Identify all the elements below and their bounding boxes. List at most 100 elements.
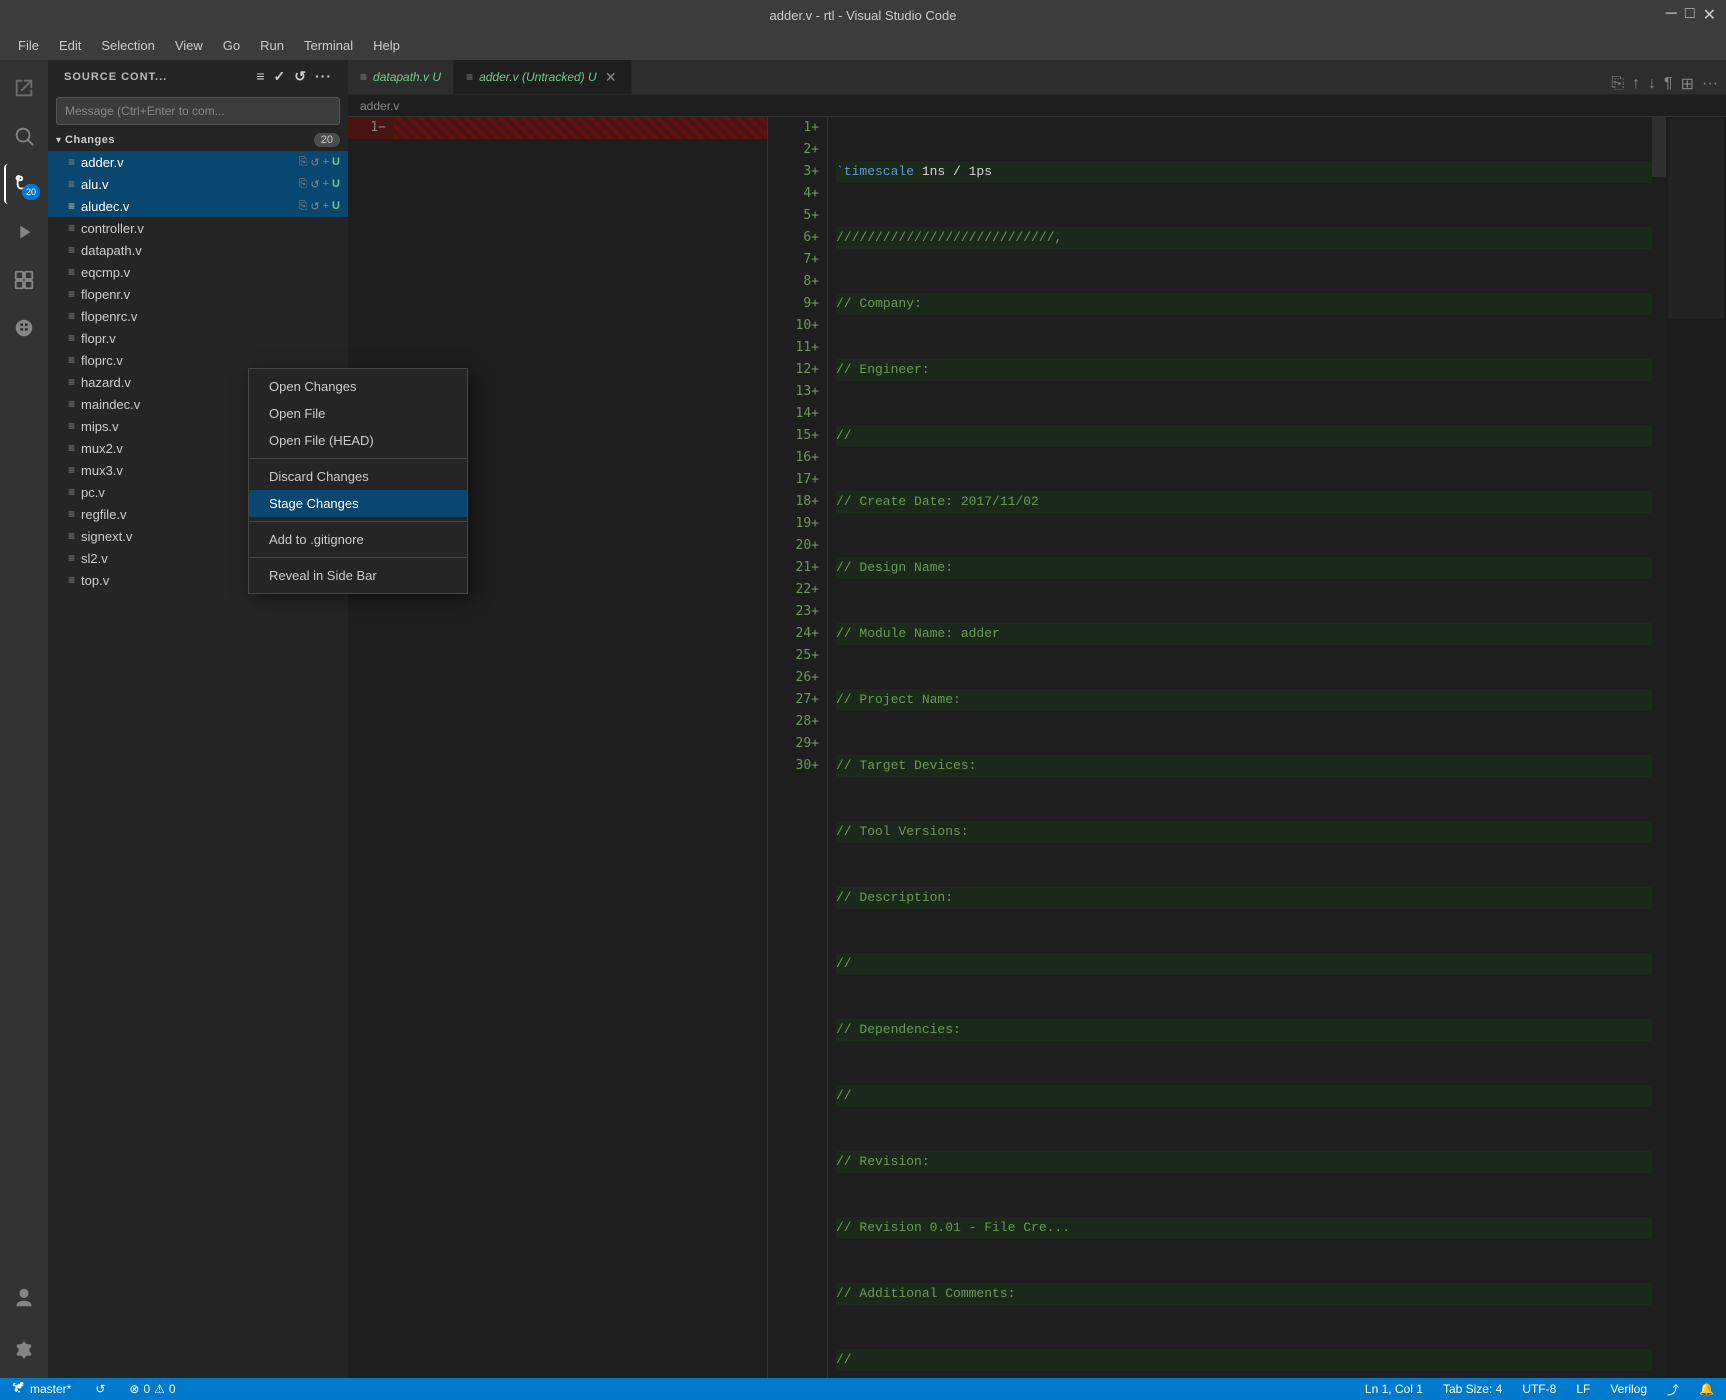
changes-section: ▾ Changes 20 ≡ adder.v ⎘ ↺ + U ≡ alu.v	[48, 129, 348, 1378]
language-text: Verilog	[1610, 1382, 1647, 1396]
file-name: flopr.v	[81, 331, 340, 346]
status-notification-icon[interactable]: 🔔	[1695, 1381, 1718, 1398]
file-name: floprc.v	[81, 353, 340, 368]
diff-left-panel: 1−	[348, 117, 768, 1378]
sidebar-refresh-icon[interactable]: ↺	[294, 68, 307, 85]
search-activity-icon[interactable]	[4, 116, 44, 156]
maximize-button[interactable]: □	[1685, 5, 1695, 25]
ctx-separator-3	[249, 557, 467, 558]
account-activity-icon[interactable]	[4, 1278, 44, 1318]
file-item-flopr[interactable]: ≡ flopr.v	[48, 327, 348, 349]
file-item-aludec[interactable]: ≡ aludec.v ⎘ ↺ + U	[48, 195, 348, 217]
ctx-open-changes[interactable]: Open Changes	[249, 373, 467, 400]
file-item-alu[interactable]: ≡ alu.v ⎘ ↺ + U	[48, 173, 348, 195]
status-position[interactable]: Ln 1, Col 1	[1361, 1381, 1427, 1398]
status-branch[interactable]: master*	[8, 1382, 75, 1396]
file-icon: ≡	[68, 463, 75, 477]
file-item-flopenr[interactable]: ≡ flopenr.v	[48, 283, 348, 305]
status-sync[interactable]: ↺	[91, 1382, 109, 1396]
ctx-discard-changes[interactable]: Discard Changes	[249, 463, 467, 490]
stage-icon[interactable]: +	[323, 200, 329, 213]
scrollbar-track[interactable]	[1652, 117, 1666, 1378]
commit-message-input[interactable]: Message (Ctrl+Enter to com...	[56, 97, 340, 125]
ctx-reveal-sidebar[interactable]: Reveal in Side Bar	[249, 562, 467, 589]
menu-selection[interactable]: Selection	[93, 36, 162, 55]
discard-icon[interactable]: ↺	[310, 178, 319, 191]
tab-size-text: Tab Size: 4	[1443, 1382, 1502, 1396]
sidebar-header: SOURCE CONT... ≡ ✓ ↺ ···	[48, 60, 348, 93]
open-file-icon[interactable]: ⎘	[299, 178, 308, 191]
tab-datapath[interactable]: ≡ datapath.v U	[348, 60, 454, 94]
file-item-flopenrc[interactable]: ≡ flopenrc.v	[48, 305, 348, 327]
minimize-button[interactable]: ─	[1666, 5, 1677, 25]
close-button[interactable]: ✕	[1703, 5, 1716, 25]
menu-go[interactable]: Go	[215, 36, 248, 55]
file-item-eqcmp[interactable]: ≡ eqcmp.v	[48, 261, 348, 283]
status-bar: master* ↺ ⊗ 0 ⚠ 0 Ln 1, Col 1 Tab Size: …	[0, 1378, 1726, 1400]
status-errors[interactable]: ⊗ 0 ⚠ 0	[125, 1382, 179, 1396]
file-icon: ≡	[68, 397, 75, 411]
tab-action-more-icon[interactable]: ···	[1702, 75, 1718, 93]
sidebar-header-actions: ≡ ✓ ↺ ···	[256, 68, 332, 85]
explorer-activity-icon[interactable]	[4, 68, 44, 108]
file-icon: ≡	[68, 287, 75, 301]
file-item-datapath[interactable]: ≡ datapath.v	[48, 239, 348, 261]
tab-adder[interactable]: ≡ adder.v (Untracked) U ✕	[454, 60, 632, 94]
untracked-badge: U	[332, 156, 340, 169]
source-control-badge: 20	[22, 184, 40, 200]
status-tab-size[interactable]: Tab Size: 4	[1439, 1381, 1506, 1398]
menu-view[interactable]: View	[167, 36, 211, 55]
tab-action-up-icon[interactable]: ↑	[1632, 75, 1640, 93]
changes-label: Changes	[65, 134, 314, 146]
ctx-add-gitignore[interactable]: Add to .gitignore	[249, 526, 467, 553]
file-icon: ≡	[68, 551, 75, 565]
status-language[interactable]: Verilog	[1606, 1381, 1651, 1398]
tab-action-split-icon[interactable]: ⊞	[1681, 74, 1694, 94]
window-controls[interactable]: ─ □ ✕	[1666, 5, 1716, 25]
tab-close-button[interactable]: ✕	[603, 69, 619, 85]
editor-content[interactable]: 1− 1+ 2+ 3+ 4+ 5+ 6+ 7+ 8+ 9+ 10+ 11+	[348, 117, 1726, 1378]
run-activity-icon[interactable]	[4, 212, 44, 252]
ctx-open-file[interactable]: Open File	[249, 400, 467, 427]
source-control-activity-icon[interactable]: 20	[4, 164, 44, 204]
tab-action-down-icon[interactable]: ↓	[1648, 75, 1656, 93]
menu-help[interactable]: Help	[365, 36, 408, 55]
menu-terminal[interactable]: Terminal	[296, 36, 361, 55]
file-name: datapath.v	[81, 243, 340, 258]
extensions-activity-icon[interactable]	[4, 260, 44, 300]
tab-actions: ⎘ ↑ ↓ ¶ ⊞ ···	[1603, 74, 1726, 94]
line-ending-text: LF	[1576, 1382, 1590, 1396]
status-feedback-icon[interactable]: ⤴	[1663, 1381, 1683, 1398]
line-number: 1−	[348, 117, 394, 139]
discard-icon[interactable]: ↺	[310, 156, 319, 169]
code-lines[interactable]: `timescale 1ns / 1ps ///////////////////…	[828, 117, 1666, 1378]
menu-edit[interactable]: Edit	[51, 36, 89, 55]
discard-icon[interactable]: ↺	[310, 200, 319, 213]
changes-header[interactable]: ▾ Changes 20	[48, 129, 348, 151]
sidebar-check-icon[interactable]: ✓	[274, 68, 287, 85]
status-encoding[interactable]: UTF-8	[1518, 1381, 1560, 1398]
code-editor[interactable]: 1+ 2+ 3+ 4+ 5+ 6+ 7+ 8+ 9+ 10+ 11+ 12+ 1…	[768, 117, 1726, 1378]
menu-run[interactable]: Run	[252, 36, 292, 55]
status-line-ending[interactable]: LF	[1572, 1381, 1594, 1398]
settings-activity-icon[interactable]	[4, 1330, 44, 1370]
stage-icon[interactable]: +	[323, 178, 329, 191]
ctx-stage-changes[interactable]: Stage Changes	[249, 490, 467, 517]
file-actions: ⎘ ↺ + U	[299, 178, 340, 191]
sidebar-view-icon[interactable]: ≡	[256, 68, 265, 85]
menu-bar: File Edit Selection View Go Run Terminal…	[0, 30, 1726, 60]
open-file-icon[interactable]: ⎘	[299, 156, 308, 169]
sidebar-more-icon[interactable]: ···	[315, 68, 332, 85]
file-item-adder[interactable]: ≡ adder.v ⎘ ↺ + U	[48, 151, 348, 173]
scrollbar-thumb[interactable]	[1652, 117, 1666, 177]
file-item-controller[interactable]: ≡ controller.v	[48, 217, 348, 239]
tab-action-paragraph-icon[interactable]: ¶	[1664, 75, 1673, 93]
ctx-open-file-head[interactable]: Open File (HEAD)	[249, 427, 467, 454]
errors-icon: ⊗	[129, 1382, 139, 1396]
menu-file[interactable]: File	[10, 36, 47, 55]
open-file-icon[interactable]: ⎘	[299, 200, 308, 213]
tab-file-icon: ≡	[360, 70, 367, 84]
docker-activity-icon[interactable]	[4, 308, 44, 348]
tab-action-copy-icon[interactable]: ⎘	[1611, 75, 1624, 93]
stage-icon[interactable]: +	[323, 156, 329, 169]
